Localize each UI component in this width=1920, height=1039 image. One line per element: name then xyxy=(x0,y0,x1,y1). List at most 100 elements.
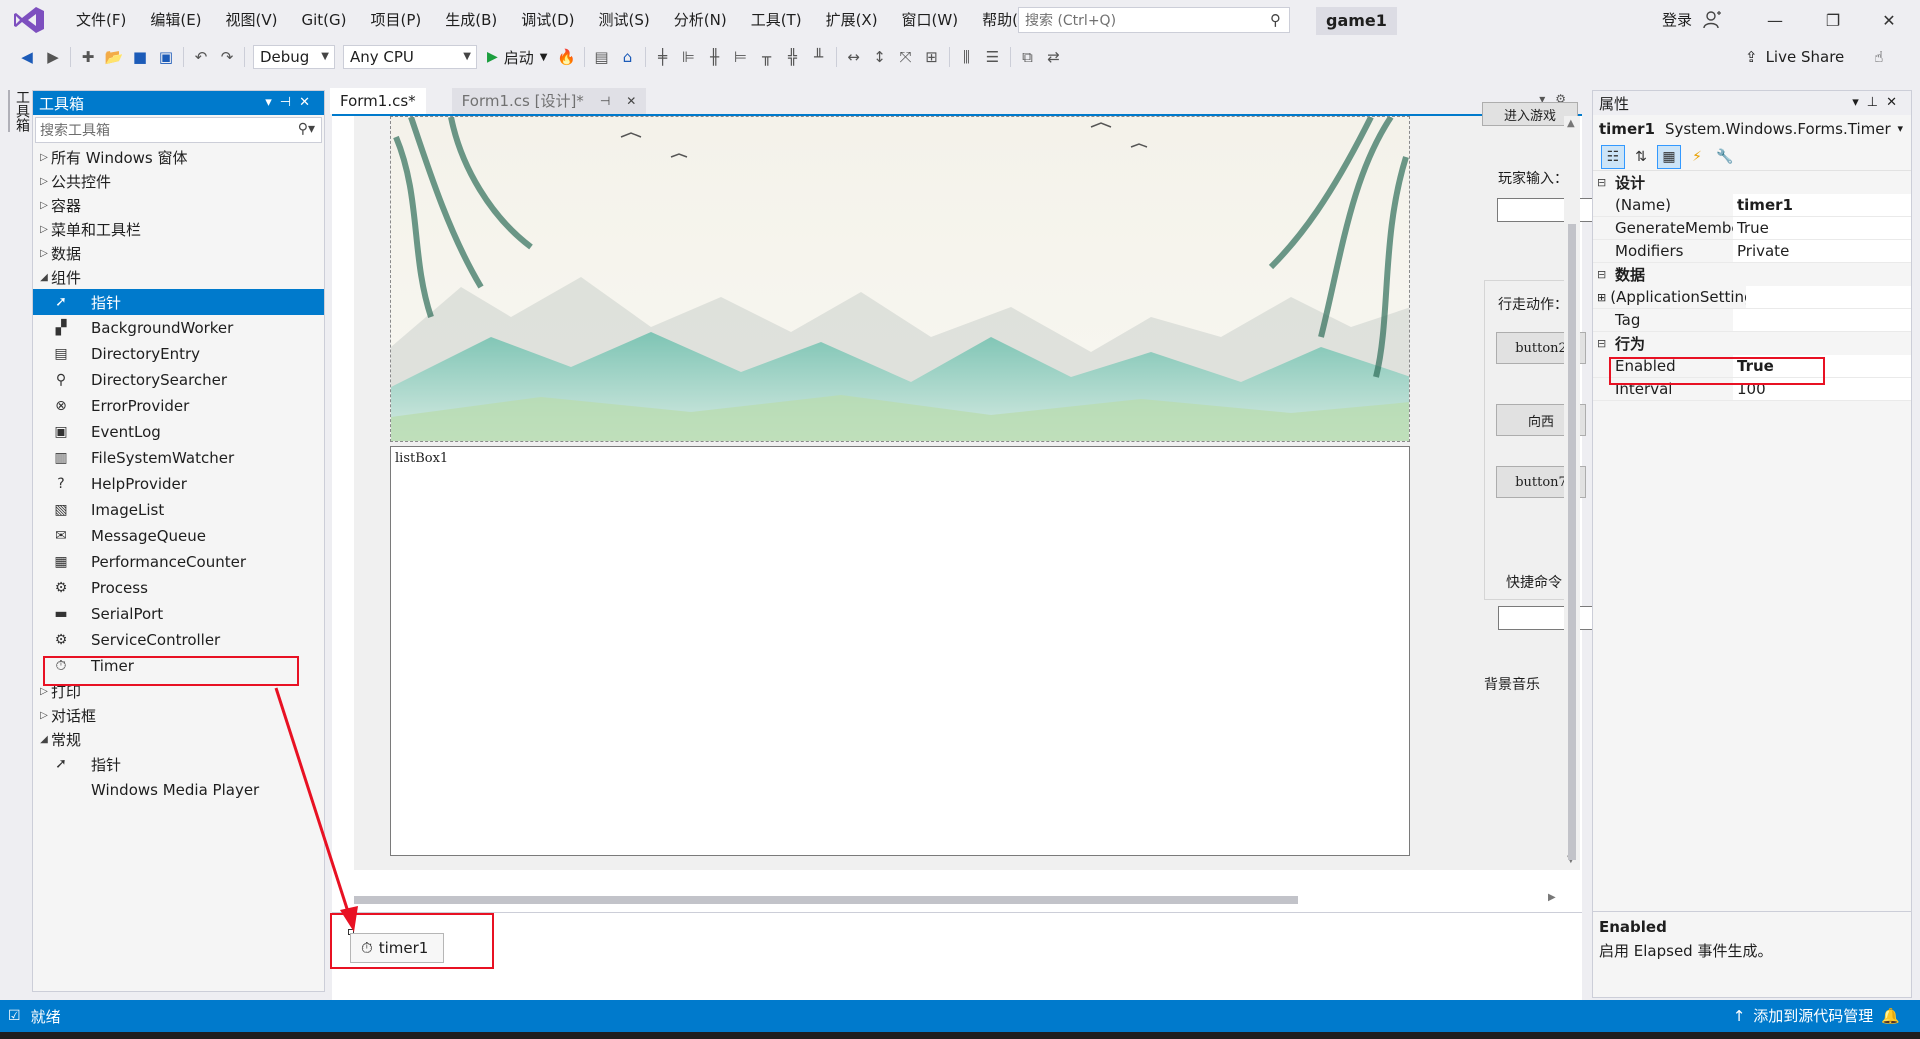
alphabetical-icon[interactable]: ⇅ xyxy=(1629,145,1653,169)
property-value[interactable]: 100 xyxy=(1733,378,1911,400)
toolbox-category[interactable]: ▷ 对话框 xyxy=(33,703,324,727)
menu-item[interactable]: 窗口(W) xyxy=(890,0,971,40)
toolbox-item[interactable]: ▣ EventLog xyxy=(33,419,324,445)
align-rights-icon[interactable]: ⊨ xyxy=(728,44,754,70)
properties-icon[interactable]: ▦ xyxy=(1657,144,1681,169)
toolbox-item[interactable]: ▬ SerialPort xyxy=(33,601,324,627)
align-middles-icon[interactable]: ╬ xyxy=(780,44,806,70)
minimize-button[interactable]: — xyxy=(1752,0,1798,40)
toolbox-item[interactable]: ➚ 指针 xyxy=(33,751,324,777)
toolbox-category[interactable]: ▷ 公共控件 xyxy=(33,169,324,193)
object-selector[interactable]: timer1 System.Windows.Forms.Timer ▾ xyxy=(1593,115,1911,143)
save-all-icon[interactable]: ▣ xyxy=(153,44,179,70)
close-icon[interactable]: ✕ xyxy=(626,88,636,114)
property-row[interactable]: Interval 100 xyxy=(1593,378,1911,401)
solution-explorer-icon[interactable]: ▤ xyxy=(589,44,615,70)
toolbox-category[interactable]: ▷ 菜单和工具栏 xyxy=(33,217,324,241)
close-icon[interactable]: ✕ xyxy=(299,95,318,110)
property-pages-icon[interactable]: 🔧 xyxy=(1713,145,1737,169)
expand-icon[interactable]: ⊞ xyxy=(1597,291,1606,304)
browser-link-icon[interactable]: ⌂ xyxy=(615,44,641,70)
make-same-width-icon[interactable]: ↔ xyxy=(841,44,867,70)
collapse-icon[interactable]: ⊟ xyxy=(1597,176,1615,189)
property-value[interactable]: timer1 xyxy=(1733,194,1911,216)
size-to-grid-icon[interactable]: ⊞ xyxy=(919,44,945,70)
save-icon[interactable]: ■ xyxy=(127,44,153,70)
align-bottoms-icon[interactable]: ╨ xyxy=(806,44,832,70)
property-row[interactable]: Enabled True xyxy=(1593,355,1911,378)
platform-select[interactable]: Any CPU ▼ xyxy=(343,45,477,69)
property-category[interactable]: ⊟ 设计 xyxy=(1593,171,1911,194)
pin-icon[interactable]: ⊣ xyxy=(600,88,610,114)
login-link[interactable]: 登录 xyxy=(1662,0,1692,40)
redo-icon[interactable]: ↷ xyxy=(214,44,240,70)
feedback-icon[interactable]: ☝ xyxy=(1874,40,1883,74)
horizontal-scroll-thumb[interactable] xyxy=(354,896,1298,904)
toolbox-item[interactable]: ⚙ ServiceController xyxy=(33,627,324,653)
property-row[interactable]: Tag xyxy=(1593,309,1911,332)
configuration-select[interactable]: Debug ▼ xyxy=(253,45,335,69)
menu-item[interactable]: 编辑(E) xyxy=(138,0,213,40)
menu-item[interactable]: 工具(T) xyxy=(739,0,814,40)
listbox[interactable]: listBox1 xyxy=(390,446,1410,856)
menu-item[interactable]: 调试(D) xyxy=(509,0,586,40)
collapse-icon[interactable]: ⊟ xyxy=(1597,268,1615,281)
menu-item[interactable]: Git(G) xyxy=(290,0,359,40)
scroll-up-icon[interactable]: ▲ xyxy=(1567,118,1575,129)
make-same-height-icon[interactable]: ↕ xyxy=(867,44,893,70)
chevron-down-icon[interactable]: ▾ xyxy=(265,95,280,110)
menu-item[interactable]: 文件(F) xyxy=(64,0,138,40)
menu-item[interactable]: 生成(B) xyxy=(433,0,509,40)
property-value[interactable]: True xyxy=(1733,217,1911,239)
menu-item[interactable]: 测试(S) xyxy=(587,0,662,40)
menu-item[interactable]: 视图(V) xyxy=(214,0,290,40)
toolbox-item[interactable]: ▦ PerformanceCounter xyxy=(33,549,324,575)
property-value[interactable] xyxy=(1746,286,1911,308)
bring-to-front-icon[interactable]: ⧉ xyxy=(1015,44,1041,70)
categorized-icon[interactable]: ☷ xyxy=(1601,144,1625,169)
vertical-scroll-thumb[interactable] xyxy=(1568,224,1576,860)
toolbox-item[interactable]: ▥ FileSystemWatcher xyxy=(33,445,324,471)
property-category[interactable]: ⊟ 数据 xyxy=(1593,263,1911,286)
property-value[interactable]: True xyxy=(1733,355,1911,377)
property-row[interactable]: Modifiers Private xyxy=(1593,240,1911,263)
tab-order-icon[interactable]: ⇄ xyxy=(1041,44,1067,70)
pin-icon[interactable]: ⊥ xyxy=(1867,95,1886,110)
menu-item[interactable]: 扩展(X) xyxy=(814,0,890,40)
align-centers-icon[interactable]: ╫ xyxy=(702,44,728,70)
align-to-grid-icon[interactable]: ╪ xyxy=(650,44,676,70)
close-icon[interactable]: ✕ xyxy=(1886,95,1905,110)
property-category[interactable]: ⊟ 行为 xyxy=(1593,332,1911,355)
toolbox-category[interactable]: ◢ 组件 xyxy=(33,265,324,289)
toolbox-category[interactable]: ▷ 所有 Windows 窗体 xyxy=(33,145,324,169)
toolbox-item[interactable]: Windows Media Player xyxy=(33,777,324,803)
toolbox-item[interactable]: ▤ DirectoryEntry xyxy=(33,341,324,367)
background-picture-box[interactable] xyxy=(390,116,1410,442)
toolbox-item[interactable]: ? HelpProvider xyxy=(33,471,324,497)
toolbox-side-tab[interactable]: 工具箱 xyxy=(8,90,32,132)
toolbox-category[interactable]: ◢ 常规 xyxy=(33,727,324,751)
toolbox-item[interactable]: ➚ 指针 xyxy=(33,289,324,315)
scroll-right-icon[interactable]: ▶ xyxy=(1548,892,1556,903)
new-project-icon[interactable]: ✚ xyxy=(75,44,101,70)
source-control-area[interactable]: ↑ 添加到源代码管理 🔔 xyxy=(1733,1000,1900,1032)
toolbox-item[interactable]: ⏱ Timer xyxy=(33,653,324,679)
hot-reload-icon[interactable]: 🔥 xyxy=(554,44,580,70)
make-same-size-icon[interactable]: ⤧ xyxy=(893,44,919,70)
tab-form1-design[interactable]: Form1.cs [设计]* ⊣ ✕ xyxy=(451,88,647,114)
property-row[interactable]: ⊞ (ApplicationSettings) xyxy=(1593,286,1911,309)
tab-form1-cs[interactable]: Form1.cs* xyxy=(330,88,426,114)
user-icon[interactable] xyxy=(1702,10,1722,30)
live-share-button[interactable]: ⇪ Live Share ☝ xyxy=(1745,40,1883,74)
notification-bell-icon[interactable]: 🔔 xyxy=(1881,1000,1900,1032)
timer1-component[interactable]: ⏱ timer1 xyxy=(350,933,444,963)
close-window-button[interactable]: ✕ xyxy=(1866,0,1912,40)
collapse-icon[interactable]: ⊟ xyxy=(1597,337,1615,350)
search-input[interactable]: 搜索 (Ctrl+Q) ⚲ xyxy=(1018,7,1290,33)
restore-button[interactable]: ❐ xyxy=(1810,0,1856,40)
align-tops-icon[interactable]: ╥ xyxy=(754,44,780,70)
toolbox-category[interactable]: ▷ 数据 xyxy=(33,241,324,265)
toolbox-item[interactable]: ▞ BackgroundWorker xyxy=(33,315,324,341)
toolbox-item[interactable]: ⚲ DirectorySearcher xyxy=(33,367,324,393)
property-value[interactable] xyxy=(1733,309,1911,331)
